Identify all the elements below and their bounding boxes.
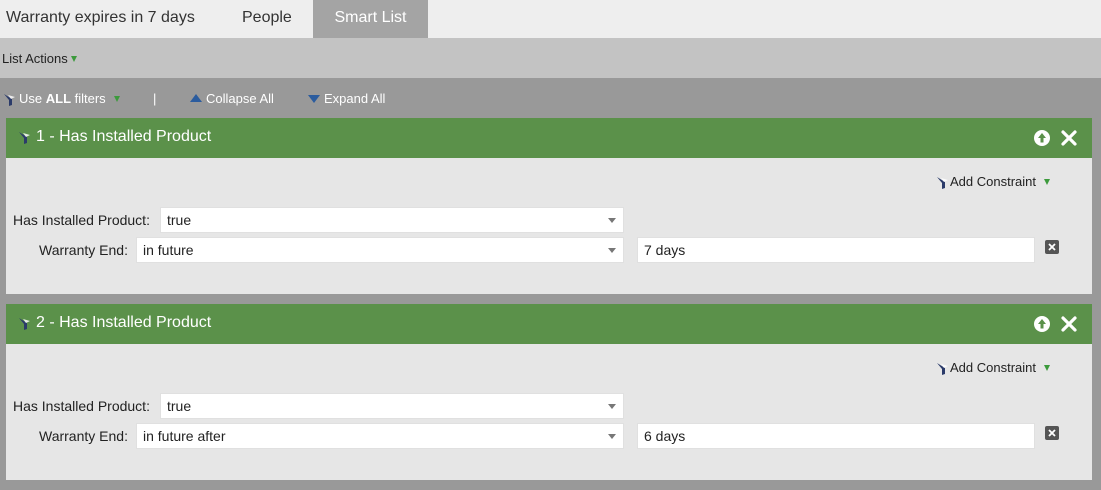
add-constraint-button[interactable]: Add Constraint: [936, 174, 1050, 190]
tab-smart-list[interactable]: Smart List: [313, 0, 428, 38]
add-constraint-label: Add Constraint: [950, 360, 1036, 375]
use-all-bold: ALL: [45, 91, 72, 106]
close-icon[interactable]: [1060, 129, 1078, 147]
list-actions-label: List Actions: [2, 51, 68, 66]
chevron-down-icon: [608, 404, 616, 409]
add-constraint-label: Add Constraint: [950, 174, 1036, 189]
warranty-operator-value: in future: [143, 242, 194, 258]
filter-title: 1 - Has Installed Product: [36, 128, 212, 145]
funnel-icon: [19, 132, 30, 144]
has-installed-select[interactable]: true: [160, 207, 624, 233]
move-up-icon[interactable]: [1033, 315, 1051, 333]
chevron-down-icon: [608, 248, 616, 253]
expand-all-button[interactable]: Expand All: [308, 91, 385, 106]
chevron-down-icon: [70, 55, 77, 62]
use-suffix: filters: [71, 91, 106, 106]
chevron-down-icon: [1044, 178, 1050, 185]
warranty-value-text: 6 days: [644, 428, 686, 444]
funnel-icon: [19, 318, 30, 330]
remove-constraint-button[interactable]: [1045, 426, 1059, 440]
remove-constraint-button[interactable]: [1045, 240, 1059, 254]
warranty-value-input[interactable]: 7 days: [637, 237, 1035, 263]
has-installed-select[interactable]: true: [160, 393, 624, 419]
collapse-all-label: Collapse All: [206, 91, 274, 106]
warranty-operator-value: in future after: [143, 428, 226, 444]
remove-icon: [1048, 243, 1056, 251]
warranty-value-input[interactable]: 6 days: [637, 423, 1035, 449]
actions-bar: List Actions: [0, 38, 1101, 78]
use-prefix: Use: [19, 91, 46, 106]
funnel-icon: [937, 362, 948, 375]
collapse-all-button[interactable]: Collapse All: [190, 91, 274, 106]
list-actions-menu[interactable]: List Actions: [2, 51, 77, 66]
filter-toolbar: Use ALL filters | Collapse All Expand Al…: [0, 78, 1101, 118]
funnel-icon: [4, 93, 15, 106]
expand-all-label: Expand All: [324, 91, 386, 106]
tab-bar: Warranty expires in 7 days People Smart …: [0, 0, 1101, 38]
has-installed-value: true: [167, 212, 192, 228]
funnel-icon: [937, 176, 948, 189]
filter-header-2[interactable]: 2 - Has Installed Product: [6, 304, 1092, 344]
tab-warranty-expires[interactable]: Warranty expires in 7 days: [6, 0, 195, 38]
has-installed-label: Has Installed Product:: [13, 398, 150, 414]
filter-card-1: 1 - Has Installed Product Add Constraint…: [6, 118, 1092, 294]
close-icon[interactable]: [1060, 315, 1078, 333]
toolbar-separator: |: [153, 91, 157, 106]
filter-card-2: 2 - Has Installed Product Add Constraint…: [6, 304, 1092, 480]
warranty-end-label: Warranty End:: [39, 428, 128, 444]
warranty-operator-select[interactable]: in future after: [136, 423, 624, 449]
filter-header-1[interactable]: 1 - Has Installed Product: [6, 118, 1092, 158]
tab-people[interactable]: People: [242, 0, 292, 38]
warranty-operator-select[interactable]: in future: [136, 237, 624, 263]
filter-title: 2 - Has Installed Product: [36, 314, 212, 331]
expand-icon: [308, 94, 320, 103]
chevron-down-icon: [608, 434, 616, 439]
move-up-icon[interactable]: [1033, 129, 1051, 147]
use-filters-menu[interactable]: Use ALL filters: [3, 91, 120, 107]
collapse-icon: [190, 93, 202, 102]
add-constraint-button[interactable]: Add Constraint: [936, 360, 1050, 376]
remove-icon: [1048, 429, 1056, 437]
has-installed-label: Has Installed Product:: [13, 212, 150, 228]
has-installed-value: true: [167, 398, 192, 414]
warranty-end-label: Warranty End:: [39, 242, 128, 258]
warranty-value-text: 7 days: [644, 242, 686, 258]
chevron-down-icon: [1044, 364, 1050, 371]
chevron-down-icon: [608, 218, 616, 223]
chevron-down-icon: [113, 95, 120, 102]
